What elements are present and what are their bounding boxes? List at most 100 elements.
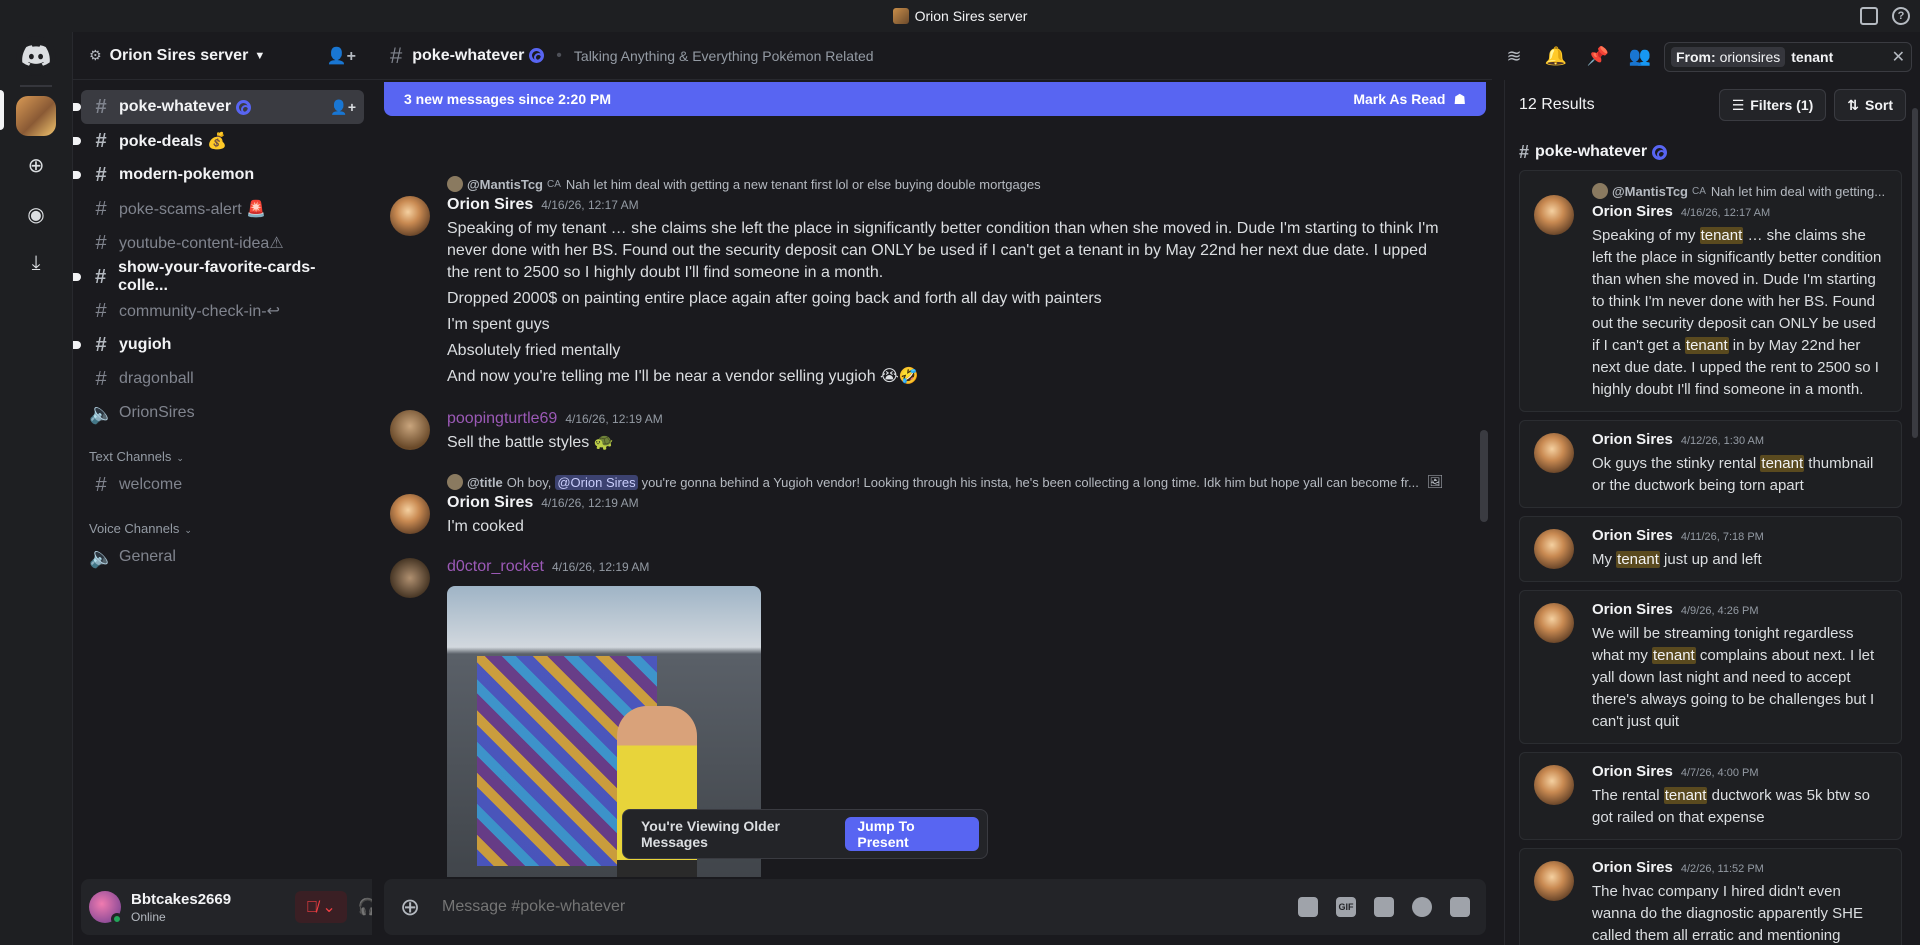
channel-modern-pokemon[interactable]: # modern-pokemon [73,158,364,192]
search-highlight: tenant [1684,337,1729,354]
search-result[interactable]: Orion Sires 4/2/26, 11:52 PM The hvac co… [1519,848,1902,945]
channel-dragonball[interactable]: # dragonball [81,362,364,396]
emoji-icon[interactable] [1412,897,1432,917]
apps-icon[interactable] [1450,897,1470,917]
selected-server-indicator [0,90,4,130]
reply-preview[interactable]: @MantisTcg CA Nah let him deal with gett… [447,174,1452,194]
add-attachment-icon[interactable]: ⊕ [400,893,428,922]
avatar [1534,603,1574,643]
jump-to-present-button[interactable]: Jump To Present [845,817,979,851]
search-filter-chip[interactable]: From: orionsires [1671,47,1786,67]
server-header[interactable]: ⚙ Orion Sires server ▼ 👤+ [73,32,372,80]
member-list-icon[interactable]: 👥 [1629,46,1651,66]
discover-icon[interactable]: ◉ [16,194,56,234]
reply-preview: @MantisTcg CA Nah let him deal with gett… [1592,181,1887,201]
avatar[interactable] [390,410,430,450]
gif-icon[interactable]: GIF [1336,897,1356,917]
channel-topic[interactable]: Talking Anything & Everything Pokémon Re… [574,48,874,64]
text-part: just up and left [1659,551,1762,568]
channel-welcome[interactable]: # welcome [81,468,364,502]
channel-poke-scams-alert[interactable]: # poke-scams-alert 🚨 [81,192,364,226]
message-input[interactable] [442,898,1298,916]
category-voice-channels[interactable]: Voice Channels ⌄ [81,512,364,540]
hash-icon: # [95,231,107,254]
pin-icon[interactable]: 📌 [1587,46,1609,66]
avatar[interactable] [89,891,123,925]
message-author[interactable]: Orion Sires [447,494,533,512]
search-result[interactable]: Orion Sires 4/12/26, 1:30 AM Ok guys the… [1519,420,1902,508]
voice-channel-orionsires[interactable]: 🔈 OrionSires [81,396,364,430]
chevron-down-icon: ⌄ [176,453,184,463]
message[interactable]: poopingturtle69 4/16/26, 12:19 AM Sell t… [372,410,1482,454]
new-messages-bar[interactable]: 3 new messages since 2:20 PM Mark As Rea… [384,82,1486,116]
window-title: Orion Sires server [914,8,1028,24]
threads-icon[interactable]: ≋ [1504,46,1524,66]
result-channel-header[interactable]: # poke-whatever [1505,134,1920,170]
message-header: Orion Sires 4/16/26, 12:19 AM [447,494,1452,516]
create-invite-icon[interactable]: 👤+ [330,99,356,116]
result-header: Orion Sires 4/7/26, 4:00 PM [1592,763,1887,785]
server-orion-sires-icon[interactable] [16,96,56,136]
avatar[interactable] [390,196,430,236]
filters-button[interactable]: ☰ Filters (1) [1718,89,1827,121]
user-info[interactable]: Bbtcakes2669 Online [131,891,231,924]
result-author: Orion Sires [1592,601,1673,618]
help-icon[interactable]: ? [1892,7,1910,25]
results-scrollbar[interactable] [1912,108,1918,438]
avatar[interactable] [390,494,430,534]
message[interactable]: @MantisTcg CA Nah let him deal with gett… [372,174,1482,388]
search-result[interactable]: Orion Sires 4/9/26, 4:26 PM We will be s… [1519,590,1902,744]
discord-home-icon[interactable] [16,36,56,76]
channel-show-your-favorite-cards[interactable]: # show-your-favorite-cards-colle... [73,259,364,294]
channel-label: community-check-in-↩ [119,303,280,320]
mark-as-read-button[interactable]: Mark As Read ☗ [1353,91,1466,108]
message-timestamp: 4/16/26, 12:19 AM [565,412,663,426]
search-result[interactable]: Orion Sires 4/11/26, 7:18 PM My tenant j… [1519,516,1902,582]
chat-scrollbar[interactable] [1480,430,1488,522]
channel-youtube-content-idea[interactable]: # youtube-content-idea⚠ [81,226,364,260]
search-input[interactable]: From: orionsires tenant ✕ [1664,42,1912,72]
channel-poke-deals[interactable]: # poke-deals 💰 [73,124,364,158]
reply-preview[interactable]: @title Oh boy, @Orion Sires you're gonna… [447,472,1452,492]
category-text-channels[interactable]: Text Channels ⌄ [81,440,364,468]
mute-mic-icon[interactable]: 🎙̸ ⌄ [294,891,347,923]
inbox-icon[interactable] [1860,7,1878,25]
speaker-icon: 🔈 [89,546,114,569]
message-text: Sell the battle styles 🐢 [447,434,614,451]
download-icon[interactable]: ⤓ [16,243,56,283]
avatar[interactable] [390,558,430,598]
result-timestamp: 4/12/26, 1:30 AM [1680,435,1765,447]
close-icon[interactable]: ✕ [1892,47,1905,67]
search-query: tenant [1791,49,1834,65]
gift-icon[interactable] [1298,897,1318,917]
invite-people-icon[interactable]: 👤+ [327,46,356,66]
channel-sidebar: ⚙ Orion Sires server ▼ 👤+ # poke-whateve… [72,32,439,945]
speaker-icon: 🔈 [89,402,114,425]
channel-yugioh[interactable]: # yugioh [73,328,364,362]
channel-label: poke-deals 💰 [119,133,227,150]
message-author[interactable]: Orion Sires [447,196,533,214]
title-bar: Orion Sires server ? [0,0,1920,32]
result-author: Orion Sires [1592,527,1673,544]
sticker-icon[interactable] [1374,897,1394,917]
category-label: Text Channels [89,449,172,464]
results-header: 12 Results ☰ Filters (1) ⇅ Sort [1505,80,1920,130]
sort-button[interactable]: ⇅ Sort [1834,89,1906,121]
unread-indicator [73,171,81,179]
add-server-icon[interactable]: ⊕ [16,145,56,185]
message-author[interactable]: poopingturtle69 [447,410,557,428]
bell-icon[interactable]: 🔔 [1545,46,1567,66]
server-name: Orion Sires server [109,46,249,64]
avatar [1534,765,1574,805]
search-result[interactable]: Orion Sires 4/7/26, 4:00 PM The rental t… [1519,752,1902,840]
message-header: d0ctor_rocket 4/16/26, 12:19 AM [447,558,1452,580]
result-timestamp: 4/7/26, 4:00 PM [1680,767,1759,779]
voice-channel-general[interactable]: 🔈 General [81,540,364,574]
user-mention[interactable]: @Orion Sires [555,474,638,490]
message[interactable]: @title Oh boy, @Orion Sires you're gonna… [372,472,1482,538]
channel-label: show-your-favorite-cards-colle... [118,259,316,294]
search-result[interactable]: @MantisTcg CA Nah let him deal with gett… [1519,170,1902,412]
channel-poke-whatever[interactable]: # poke-whatever 👤+ [73,90,364,124]
channel-community-check-in[interactable]: # community-check-in-↩ [81,294,364,328]
message-author[interactable]: d0ctor_rocket [447,558,544,576]
